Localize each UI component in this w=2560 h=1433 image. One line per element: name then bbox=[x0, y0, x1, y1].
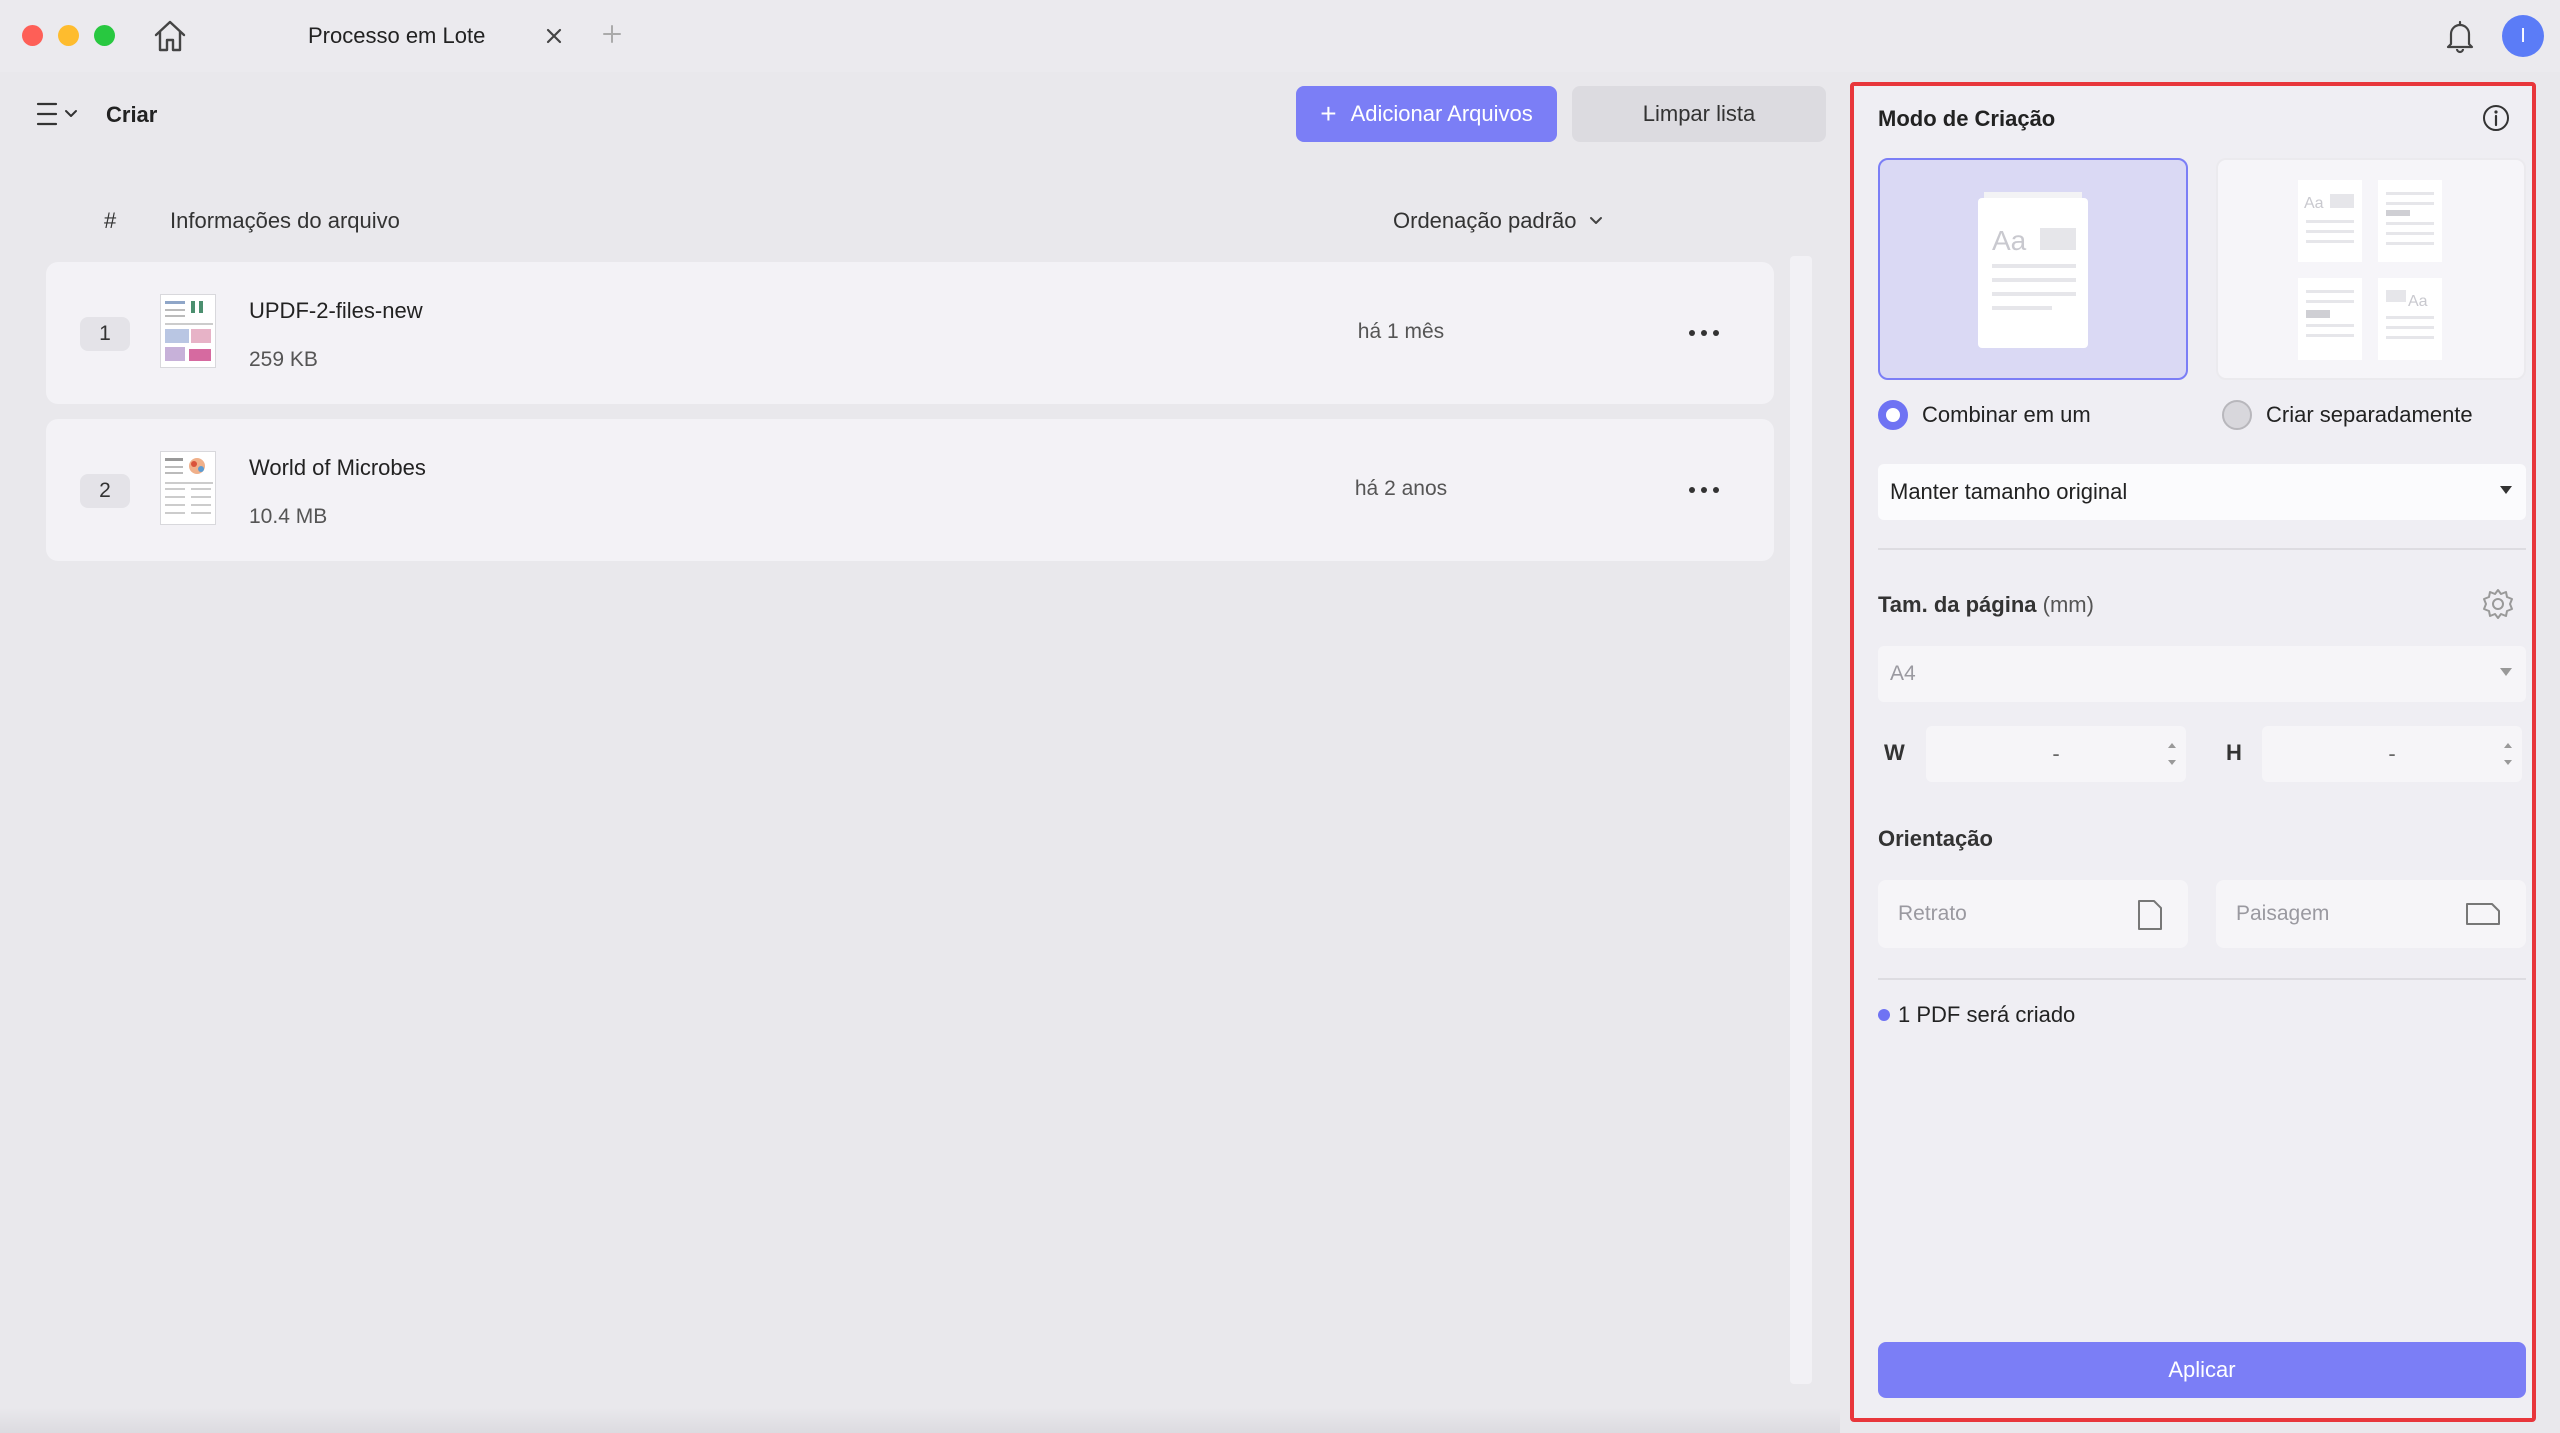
row-index: 1 bbox=[80, 317, 130, 351]
page-title: Criar bbox=[106, 102, 158, 127]
plus-icon: + bbox=[1320, 98, 1337, 129]
list-scrollbar[interactable] bbox=[1790, 256, 1812, 1384]
gear-icon[interactable] bbox=[2480, 586, 2516, 622]
home-icon[interactable] bbox=[151, 18, 189, 54]
landscape-icon bbox=[2466, 903, 2500, 925]
width-stepper[interactable]: - bbox=[1926, 726, 2186, 782]
page-size-unit: (mm) bbox=[2042, 592, 2094, 617]
dropdown-caret-icon bbox=[2500, 486, 2512, 494]
separate-mode-card[interactable]: Aa Aa bbox=[2216, 158, 2526, 380]
panel-title: Modo de Criação bbox=[1878, 106, 2056, 131]
menu-icon[interactable] bbox=[34, 98, 82, 130]
portrait-label: Retrato bbox=[1898, 902, 1967, 925]
height-label: H bbox=[2226, 740, 2242, 765]
column-index-header: # bbox=[104, 208, 117, 233]
multiple-documents-illustration: Aa Aa bbox=[2298, 180, 2442, 360]
list-item[interactable]: 1 UPDF-2-files-new 259 KB há 1 mês bbox=[46, 262, 1774, 404]
single-document-illustration: Aa bbox=[1978, 192, 2088, 348]
bottom-edge bbox=[0, 1408, 1840, 1433]
combine-label: Combinar em um bbox=[1922, 402, 2091, 427]
status-message: 1 PDF será criado bbox=[1878, 1002, 2075, 1028]
zoom-window-button[interactable] bbox=[94, 25, 115, 46]
svg-text:Aa: Aa bbox=[2304, 195, 2324, 212]
divider bbox=[1878, 978, 2526, 980]
title-bar: Processo em Lote I bbox=[0, 0, 2560, 72]
creation-mode-panel: Modo de Criação Aa Aa Aa Combinar em um … bbox=[1850, 82, 2536, 1422]
landscape-label: Paisagem bbox=[2236, 902, 2330, 925]
portrait-button[interactable]: Retrato bbox=[1878, 880, 2188, 948]
tab-batch-process[interactable]: Processo em Lote bbox=[268, 8, 578, 64]
status-text: 1 PDF será criado bbox=[1898, 1002, 2076, 1027]
close-window-button[interactable] bbox=[22, 25, 43, 46]
separate-radio[interactable] bbox=[2222, 400, 2252, 430]
height-value: - bbox=[2388, 741, 2396, 766]
combine-radio[interactable] bbox=[1878, 400, 1908, 430]
dropdown-caret-icon bbox=[2500, 668, 2512, 676]
file-name: World of Microbes bbox=[249, 455, 426, 480]
svg-text:Aa: Aa bbox=[2408, 293, 2428, 310]
row-index: 2 bbox=[80, 474, 130, 508]
apply-button[interactable]: Aplicar bbox=[1878, 1342, 2526, 1398]
column-info-header: Informações do arquivo bbox=[170, 208, 400, 233]
chevron-down-icon bbox=[1590, 217, 1603, 224]
file-date: há 1 mês bbox=[1357, 320, 1445, 343]
paper-size-value: A4 bbox=[1890, 662, 1916, 685]
add-files-button[interactable]: + Adicionar Arquivos bbox=[1296, 86, 1557, 142]
sort-label: Ordenação padrão bbox=[1393, 208, 1577, 233]
page-size-heading: Tam. da página (mm) bbox=[1878, 592, 2094, 618]
stepper-arrows-icon[interactable] bbox=[2166, 738, 2178, 770]
stepper-arrows-icon[interactable] bbox=[2502, 738, 2514, 770]
paper-size-select[interactable]: A4 bbox=[1878, 646, 2526, 702]
width-label: W bbox=[1884, 740, 1905, 765]
minimize-window-button[interactable] bbox=[58, 25, 79, 46]
portrait-icon bbox=[2138, 900, 2162, 930]
close-icon[interactable] bbox=[540, 22, 568, 50]
info-icon[interactable] bbox=[2480, 102, 2512, 134]
orientation-heading: Orientação bbox=[1878, 826, 1993, 851]
size-option-value: Manter tamanho original bbox=[1890, 479, 2128, 504]
list-header: # Informações do arquivo Ordenação padrã… bbox=[0, 190, 1836, 250]
file-size: 10.4 MB bbox=[249, 505, 328, 528]
file-thumbnail bbox=[160, 294, 216, 368]
combine-mode-card[interactable]: Aa bbox=[1878, 158, 2188, 380]
clear-list-button[interactable]: Limpar lista bbox=[1572, 86, 1826, 142]
add-tab-icon[interactable] bbox=[598, 20, 626, 48]
combine-radio-option[interactable]: Combinar em um bbox=[1878, 400, 2091, 430]
bell-icon[interactable] bbox=[2442, 18, 2478, 54]
file-name: UPDF-2-files-new bbox=[249, 298, 423, 323]
more-options-icon[interactable] bbox=[1682, 475, 1726, 505]
status-dot bbox=[1878, 1009, 1890, 1021]
file-thumbnail bbox=[160, 451, 216, 525]
size-option-select[interactable]: Manter tamanho original bbox=[1878, 464, 2526, 520]
width-value: - bbox=[2052, 741, 2060, 766]
divider bbox=[1878, 548, 2526, 550]
svg-text:Aa: Aa bbox=[1992, 225, 2027, 256]
add-files-label: Adicionar Arquivos bbox=[1350, 101, 1533, 126]
landscape-button[interactable]: Paisagem bbox=[2216, 880, 2526, 948]
file-date: há 2 anos bbox=[1354, 477, 1448, 500]
tab-title: Processo em Lote bbox=[308, 23, 486, 48]
list-item[interactable]: 2 World of Microbes 10.4 MB há 2 anos bbox=[46, 419, 1774, 561]
sort-dropdown[interactable]: Ordenação padrão bbox=[1393, 208, 1604, 234]
file-size: 259 KB bbox=[249, 348, 318, 371]
more-options-icon[interactable] bbox=[1682, 318, 1726, 348]
separate-radio-option[interactable]: Criar separadamente bbox=[2222, 400, 2473, 430]
avatar[interactable]: I bbox=[2502, 15, 2544, 57]
toolbar: Criar + Adicionar Arquivos Limpar lista bbox=[0, 72, 1836, 156]
page-size-label: Tam. da página bbox=[1878, 592, 2037, 617]
height-stepper[interactable]: - bbox=[2262, 726, 2522, 782]
separate-label: Criar separadamente bbox=[2266, 402, 2473, 427]
